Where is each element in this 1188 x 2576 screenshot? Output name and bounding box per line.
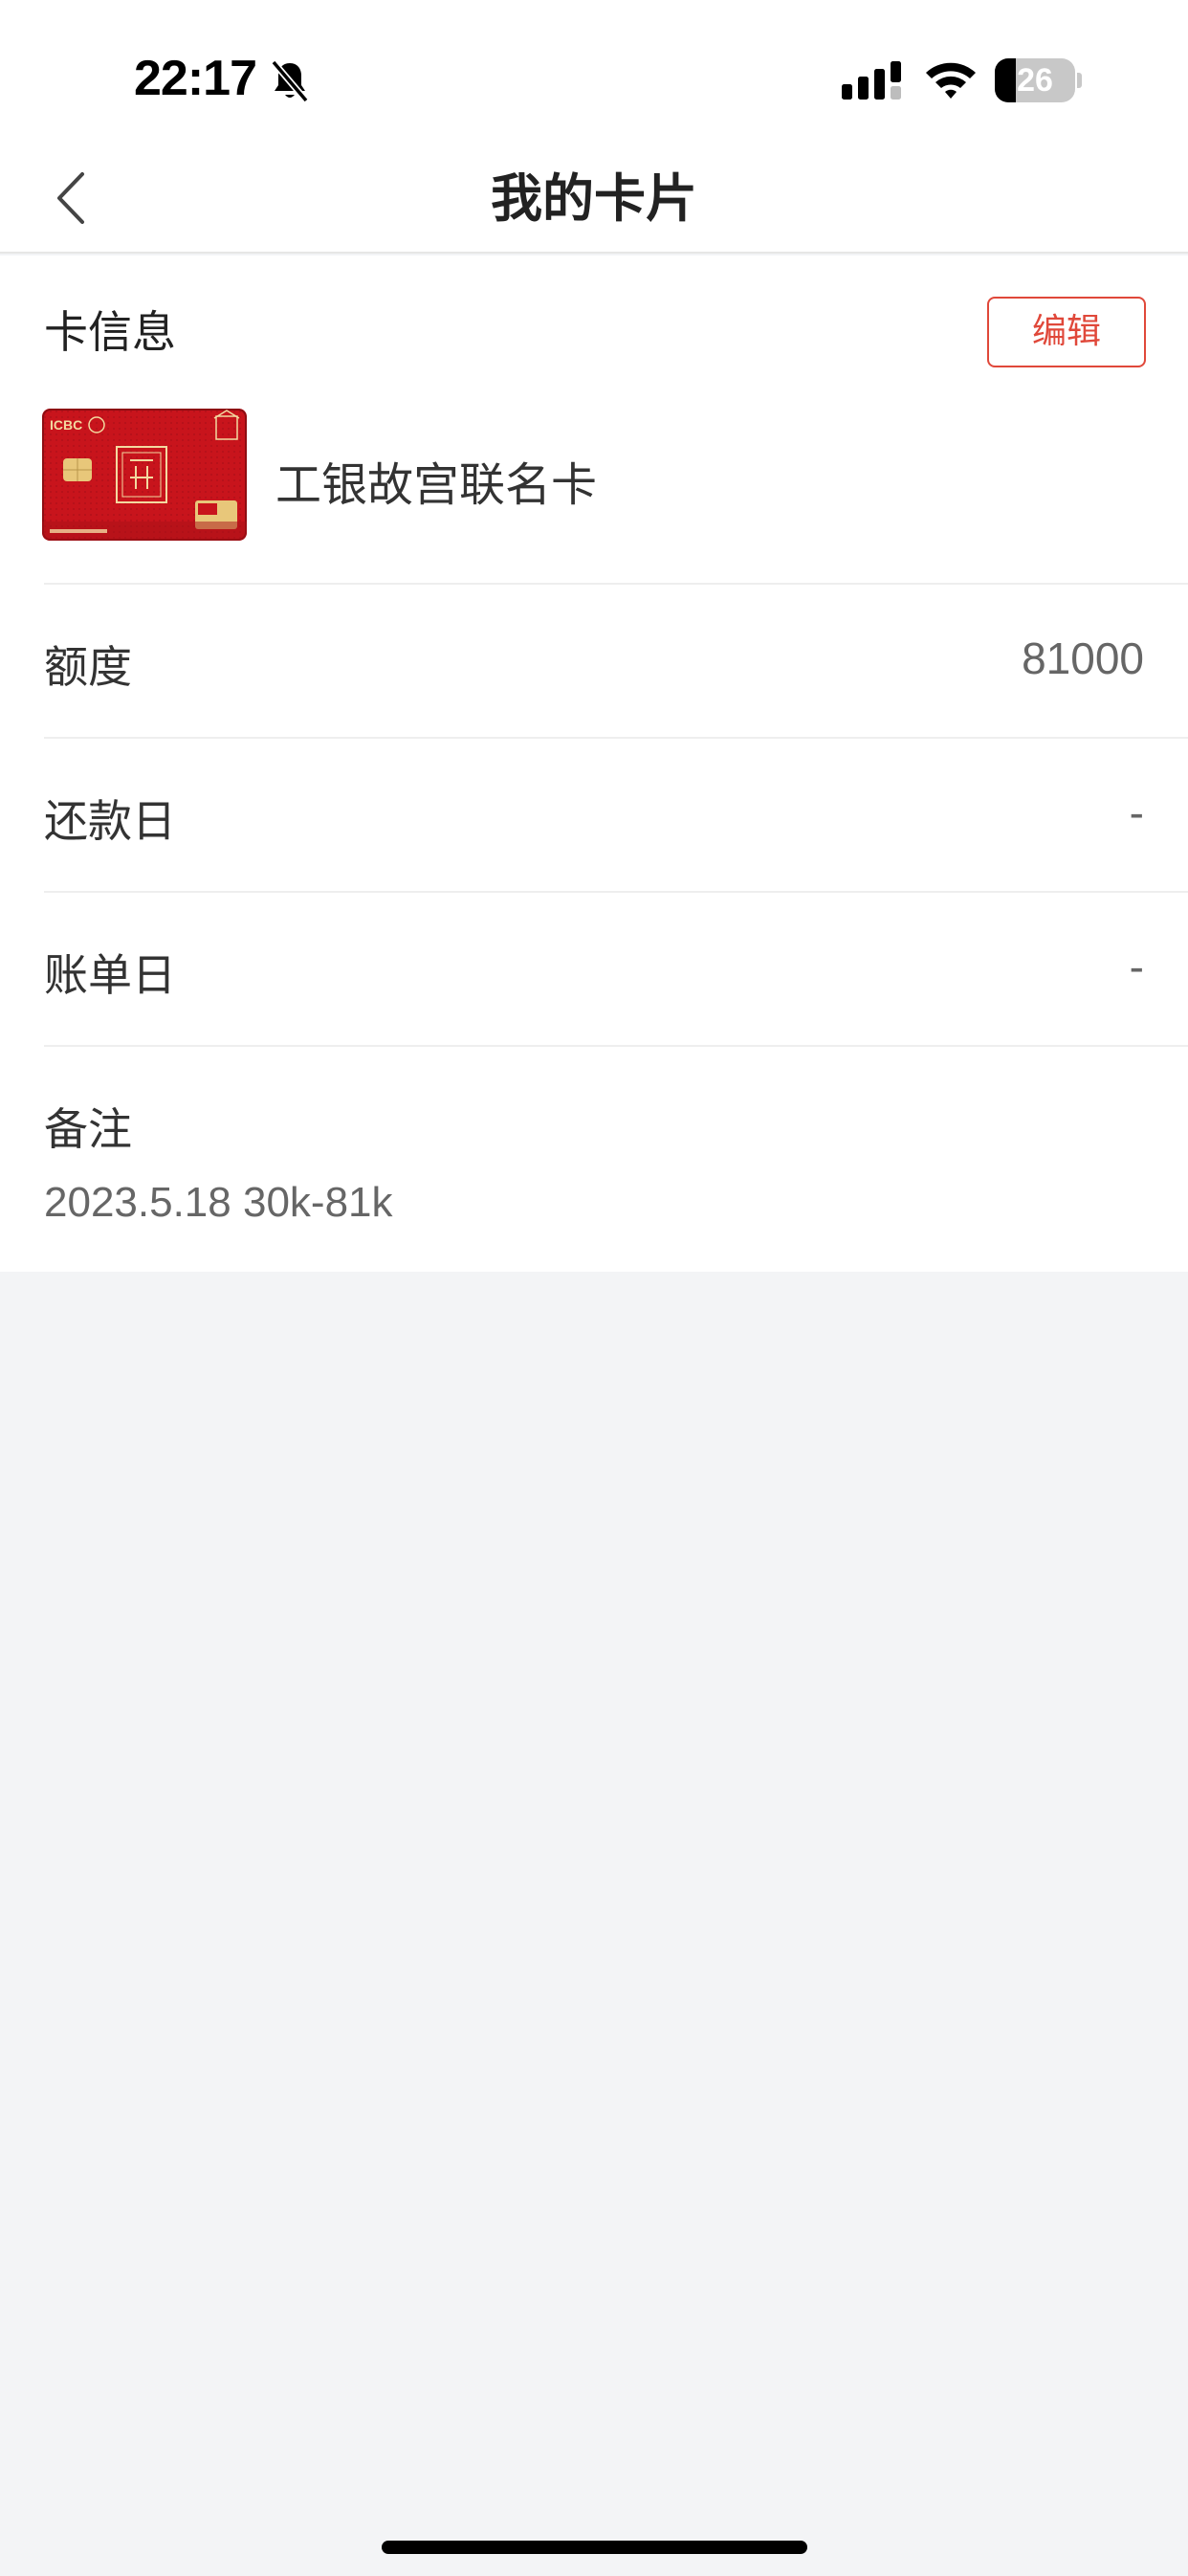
limit-row: 额度 81000 bbox=[44, 583, 1188, 737]
statement-day-row: 账单日 - bbox=[44, 891, 1188, 1045]
card-brand-text: ICBC bbox=[50, 417, 82, 433]
back-icon[interactable] bbox=[50, 165, 92, 232]
wifi-icon bbox=[926, 62, 976, 99]
card-info-section: 卡信息 编辑 ICBC 工银故宫联名卡 bbox=[0, 255, 1188, 583]
battery-icon: 26 bbox=[995, 58, 1082, 102]
page-title: 我的卡片 bbox=[491, 168, 697, 229]
signal-icon bbox=[842, 61, 901, 100]
edit-button[interactable]: 编辑 bbox=[987, 297, 1146, 367]
repayment-day-row: 还款日 - bbox=[44, 737, 1188, 891]
repayment-day-value: - bbox=[1129, 788, 1144, 837]
card-thumbnail: ICBC bbox=[42, 409, 247, 541]
note-row: 备注 2023.5.18 30k-81k bbox=[44, 1045, 1188, 1275]
statement-day-value: - bbox=[1129, 942, 1144, 991]
status-bar: 22:17 26 bbox=[0, 0, 1188, 144]
screen: 22:17 26 我的卡片 卡信息 编辑 ICBC 工银故宫联名卡 额度 810… bbox=[0, 0, 1188, 2576]
battery-level: 26 bbox=[1017, 62, 1053, 99]
status-time: 22:17 bbox=[134, 51, 257, 106]
repayment-day-label: 还款日 bbox=[44, 795, 176, 847]
bell-off-icon bbox=[271, 59, 309, 103]
limit-label: 额度 bbox=[44, 641, 132, 693]
home-indicator[interactable] bbox=[382, 2541, 807, 2554]
note-value: 2023.5.18 30k-81k bbox=[44, 1179, 393, 1226]
limit-value: 81000 bbox=[1022, 633, 1144, 683]
battery-body: 26 bbox=[995, 58, 1075, 102]
nav-bar: 我的卡片 bbox=[0, 144, 1188, 254]
card-image: ICBC bbox=[42, 409, 247, 541]
note-label: 备注 bbox=[44, 1103, 132, 1155]
card-detail-panel: 卡信息 编辑 ICBC 工银故宫联名卡 额度 81000 还款日 - 账单日 -… bbox=[0, 255, 1188, 1272]
card-name: 工银故宫联名卡 bbox=[275, 458, 598, 512]
card-info-label: 卡信息 bbox=[44, 306, 176, 358]
battery-tip bbox=[1077, 73, 1082, 88]
statement-day-label: 账单日 bbox=[44, 949, 176, 1001]
